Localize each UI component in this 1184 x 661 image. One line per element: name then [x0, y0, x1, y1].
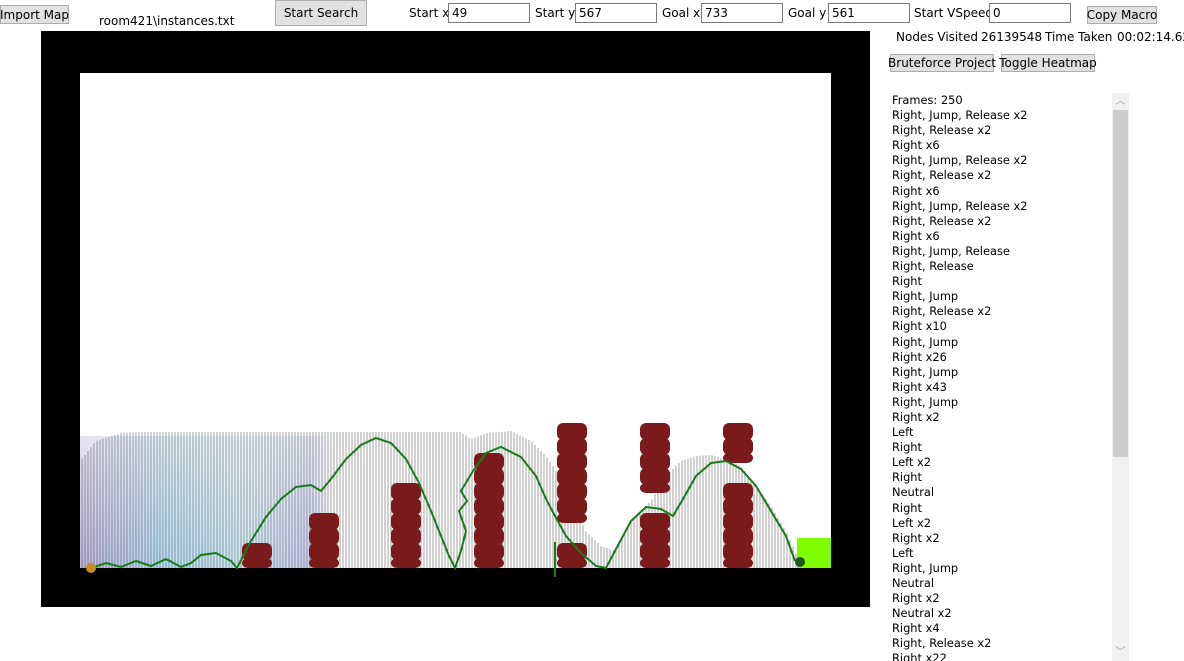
- start-y-label: Start y: [535, 6, 576, 20]
- macro-line: Right, Jump, Release x2: [892, 108, 1028, 123]
- macro-line: Right: [892, 470, 922, 485]
- macro-line: Right, Jump: [892, 364, 959, 379]
- start-vspeed-label: Start VSpeed: [914, 6, 993, 20]
- macro-line: Right x22: [892, 651, 947, 661]
- macro-line: Neutral: [892, 576, 935, 590]
- macro-line: Left: [892, 425, 914, 440]
- copy-macro-button[interactable]: Copy Macro: [1087, 6, 1157, 24]
- macro-line: Right: [892, 274, 922, 289]
- goal-x-input[interactable]: [701, 3, 783, 23]
- macro-line: Right x10: [892, 319, 947, 334]
- macro-line: Right, Jump, Release x2: [892, 153, 1028, 168]
- macro-line: Right, Release: [892, 259, 974, 274]
- goal-x-label: Goal x: [662, 6, 701, 20]
- bruteforce-project-button[interactable]: Bruteforce Project: [888, 54, 996, 72]
- macro-line: Right, Jump, Release x2: [892, 198, 1028, 213]
- goal-y-input[interactable]: [828, 3, 910, 23]
- start-y-input[interactable]: [575, 3, 657, 23]
- start-search-button[interactable]: Start Search: [275, 0, 367, 26]
- macro-line: Left x2: [892, 455, 932, 470]
- macro-line: Right, Release x2: [892, 636, 992, 651]
- macro-line: Right x6: [892, 228, 940, 243]
- macro-line: Right, Release x2: [892, 304, 992, 319]
- start-vspeed-input[interactable]: [989, 3, 1071, 23]
- macro-line: Left x2: [892, 515, 932, 530]
- macro-line: Neutral: [892, 485, 935, 500]
- import-map-button[interactable]: Import Map: [0, 5, 69, 24]
- macro-line: Right x2: [892, 409, 940, 424]
- macro-line: Right x6: [892, 183, 940, 198]
- macro-line: Right: [892, 500, 922, 515]
- macro-line: Neutral x2: [892, 606, 952, 621]
- scroll-up-icon[interactable]: ︿: [1112, 93, 1129, 110]
- map-file-label: room421\instances.txt: [99, 14, 235, 28]
- macro-output-list[interactable]: Frames: 250 Right, Jump, Release x2 Right,…: [888, 93, 1112, 661]
- macro-scrollbar[interactable]: ︿ ﹀: [1112, 93, 1129, 661]
- macro-line: Right, Release x2: [892, 213, 992, 228]
- heatmap-layer: [80, 436, 500, 568]
- time-taken-label: Time Taken: [1045, 30, 1113, 44]
- macro-line: Right x4: [892, 621, 940, 636]
- scroll-thumb[interactable]: [1113, 110, 1128, 457]
- start-marker: [86, 563, 96, 573]
- macro-frames-count: Frames: 250: [892, 93, 963, 107]
- macro-line: Right, Jump, Release: [892, 243, 1010, 258]
- macro-line: Right x26: [892, 349, 947, 364]
- macro-line: Right x2: [892, 530, 940, 545]
- macro-line: Right, Release x2: [892, 168, 992, 183]
- map-canvas[interactable]: [41, 31, 870, 607]
- macro-line: Left: [892, 545, 914, 560]
- goal-marker: [795, 557, 805, 567]
- macro-line: Right: [892, 440, 922, 455]
- nodes-visited-label: Nodes Visited: [896, 30, 978, 44]
- nodes-visited-value: 26139548: [981, 30, 1043, 44]
- macro-line: Right, Jump: [892, 394, 959, 409]
- macro-line: Right x2: [892, 591, 940, 606]
- toggle-heatmap-button[interactable]: Toggle Heatmap: [999, 54, 1097, 72]
- macro-line: Right, Jump: [892, 560, 959, 575]
- macro-line: Right x43: [892, 379, 947, 394]
- macro-line: Right, Jump: [892, 334, 959, 349]
- start-x-input[interactable]: [448, 3, 530, 23]
- scroll-down-icon[interactable]: ﹀: [1112, 644, 1129, 661]
- time-taken-value: 00:02:14.62: [1117, 30, 1184, 44]
- macro-line: Right, Release x2: [892, 123, 992, 138]
- macro-line: Right x6: [892, 138, 940, 153]
- goal-y-label: Goal y: [788, 6, 827, 20]
- start-x-label: Start x: [409, 6, 450, 20]
- macro-line: Right, Jump: [892, 289, 959, 304]
